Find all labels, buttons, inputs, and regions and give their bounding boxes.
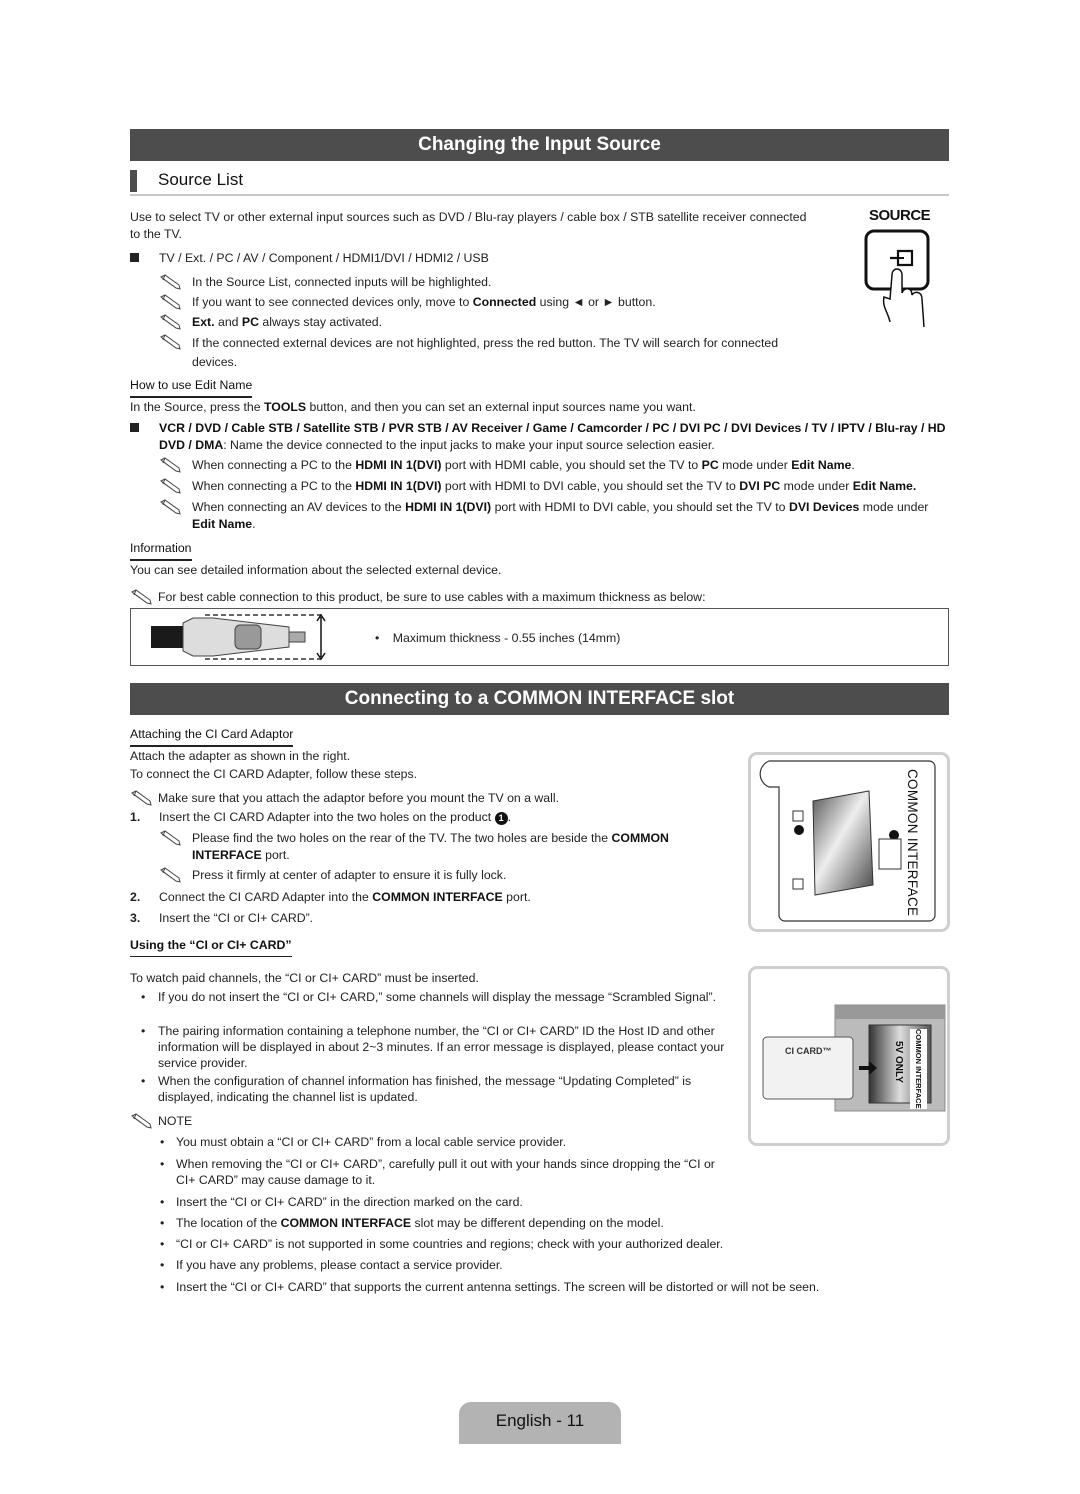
marker-1-icon: 1 (494, 812, 508, 825)
slot-label-common-interface: COMMON INTERFACE (910, 1029, 927, 1109)
pencil-note-icon (160, 314, 181, 330)
attach-line-2: To connect the CI CARD Adapter, follow t… (130, 767, 418, 781)
pencil-note-icon (131, 589, 152, 605)
square-bullet (130, 253, 139, 262)
source-label: SOURCE (869, 207, 931, 224)
edit-name-heading: How to use Edit Name (130, 377, 253, 398)
attach-line-1: Attach the adapter as shown in the right… (130, 749, 351, 763)
max-thickness-bullet: • Maximum thickness - 0.55 inches (14mm) (375, 631, 621, 645)
edit-name-text: In the Source, press the TOOLS button, a… (130, 400, 696, 414)
section-title-input-source: Changing the Input Source (130, 129, 949, 161)
information-text: You can see detailed information about t… (130, 563, 502, 577)
common-interface-vertical-label: COMMON INTERFACE (905, 769, 920, 917)
subsection-title: Source List (158, 170, 244, 189)
source-button-illustration: SOURCE (862, 207, 942, 337)
section-title-common-interface: Connecting to a COMMON INTERFACE slot (130, 683, 949, 715)
pencil-note-icon (160, 334, 181, 350)
page-number-tab: English - 11 (459, 1402, 621, 1444)
pencil-note-icon (160, 294, 181, 310)
ci-card-figure: CI CARD™ COMMON INTERFACE 5V ONLY (748, 966, 950, 1146)
hand-pressing-button-icon (864, 229, 930, 328)
square-bullet (130, 423, 139, 432)
pencil-note-icon (160, 274, 181, 290)
intro-paragraph: Use to select TV or other external input… (130, 210, 807, 241)
ci-adapter-figure: COMMON INTERFACE (748, 752, 950, 932)
pencil-note-icon (160, 867, 181, 883)
information-heading: Information (130, 540, 192, 561)
cable-plug-icon (151, 613, 326, 661)
subsection-heading: Source List (130, 168, 949, 196)
cable-thickness-box: • Maximum thickness - 0.55 inches (14mm) (130, 608, 949, 666)
pencil-note-icon (160, 499, 181, 515)
heading-marker (130, 170, 137, 192)
pencil-note-icon (131, 1113, 152, 1129)
attach-heading: Attaching the CI Card Adaptor (130, 726, 294, 747)
pencil-note-icon (160, 457, 181, 473)
pencil-note-icon (160, 478, 181, 494)
using-card-intro: To watch paid channels, the “CI or CI+ C… (130, 971, 479, 985)
slot-label-5v-only: 5V ONLY (893, 1041, 904, 1083)
using-card-heading: Using the “CI or CI+ CARD” (130, 937, 292, 957)
pencil-note-icon (160, 830, 181, 846)
ci-card-label: CI CARD™ (785, 1046, 832, 1056)
pencil-note-icon (131, 790, 152, 806)
